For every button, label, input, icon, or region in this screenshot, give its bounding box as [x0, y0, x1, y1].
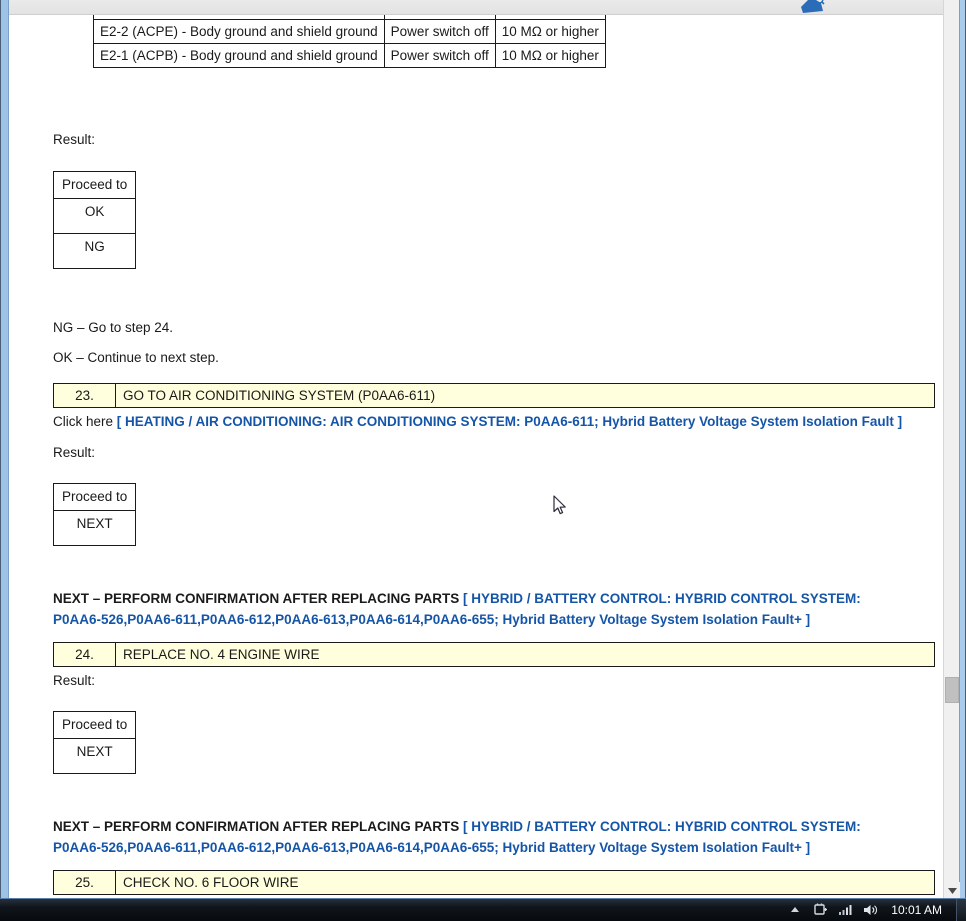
step-title-24: REPLACE NO. 4 ENGINE WIRE — [123, 647, 320, 662]
show-hidden-icons-icon[interactable] — [787, 902, 803, 918]
next-confirmation-line-2: NEXT – PERFORM CONFIRMATION AFTER REPLAC… — [53, 816, 893, 858]
cell-terminals: E2-1 (ACPB) - Body ground and shield gro… — [93, 43, 385, 68]
table-row: NG — [52, 233, 137, 269]
next-confirmation-line-1: NEXT – PERFORM CONFIRMATION AFTER REPLAC… — [53, 588, 893, 630]
volume-speaker-icon[interactable] — [862, 902, 878, 918]
measurement-table: E2-2 (ACPE) - Body ground and shield gro… — [93, 15, 606, 68]
proceed-header: Proceed to — [52, 711, 137, 739]
vertical-scrollbar[interactable] — [943, 0, 960, 899]
click-here-line: Click here [ HEATING / AIR CONDITIONING:… — [53, 412, 945, 432]
proceed-table-3: Proceed to NEXT — [52, 711, 137, 774]
proceed-header: Proceed to — [52, 483, 137, 511]
network-signal-icon[interactable] — [837, 902, 853, 918]
result-label-3: Result: — [53, 673, 96, 688]
step-row-24: 24. REPLACE NO. 4 ENGINE WIRE — [53, 642, 935, 667]
step-number-23: 23. — [54, 384, 116, 407]
power-plug-icon[interactable] — [812, 902, 828, 918]
cell-specified-condition: 10 MΩ or higher — [494, 19, 606, 44]
step-row-23: 23. GO TO AIR CONDITIONING SYSTEM (P0AA6… — [53, 383, 935, 408]
table-row: OK — [52, 198, 137, 234]
table-row: E2-1 (ACPB) - Body ground and shield gro… — [93, 43, 606, 68]
branch-ok-line: OK – Continue to next step. — [53, 350, 219, 365]
step-row-25: 25. CHECK NO. 6 FLOOR WIRE — [53, 870, 935, 895]
step-title-23: GO TO AIR CONDITIONING SYSTEM (P0AA6-611… — [123, 388, 436, 403]
application-window: E2-2 (ACPE) - Body ground and shield gro… — [0, 0, 966, 899]
screen: E2-2 (ACPE) - Body ground and shield gro… — [0, 0, 966, 921]
scroll-down-arrow-icon[interactable] — [944, 882, 960, 899]
next-confirmation-prefix-2: NEXT – PERFORM CONFIRMATION AFTER REPLAC… — [53, 819, 464, 834]
toolbar-strip — [9, 0, 945, 15]
table-row: NEXT — [52, 738, 137, 774]
table-row: Proceed to — [52, 171, 137, 199]
result-label-1: Result: — [53, 132, 96, 147]
next-confirmation-prefix-1: NEXT – PERFORM CONFIRMATION AFTER REPLAC… — [53, 591, 464, 606]
step-number-24: 24. — [54, 643, 116, 666]
proceed-option-ng[interactable]: NG — [52, 233, 137, 269]
branch-ng-line: NG – Go to step 24. — [53, 320, 174, 335]
table-row: Proceed to — [52, 483, 137, 511]
table-row: Proceed to — [52, 711, 137, 739]
click-here-prefix: Click here — [53, 414, 114, 429]
cell-specified-condition: 10 MΩ or higher — [494, 43, 606, 68]
window-client-area: E2-2 (ACPE) - Body ground and shield gro… — [8, 0, 960, 899]
result-label-2: Result: — [53, 445, 96, 460]
taskbar-clock[interactable]: 10:01 AM — [887, 903, 950, 917]
proceed-table-2: Proceed to NEXT — [52, 483, 137, 546]
step-title-25: CHECK NO. 6 FLOOR WIRE — [123, 875, 299, 890]
proceed-table-1: Proceed to OK NG — [52, 171, 137, 269]
cell-condition: Power switch off — [383, 43, 496, 68]
proceed-option-ok[interactable]: OK — [52, 198, 137, 234]
air-conditioning-reference-link[interactable]: [ HEATING / AIR CONDITIONING: AIR CONDIT… — [117, 414, 902, 429]
document-content: E2-2 (ACPE) - Body ground and shield gro… — [9, 15, 945, 899]
table-row: E2-2 (ACPE) - Body ground and shield gro… — [93, 19, 606, 44]
step-number-25: 25. — [54, 871, 116, 894]
table-row: NEXT — [52, 510, 137, 546]
show-desktop-button[interactable] — [956, 898, 966, 921]
cell-terminals: E2-2 (ACPE) - Body ground and shield gro… — [93, 19, 385, 44]
taskbar[interactable]: 10:01 AM — [0, 898, 966, 921]
proceed-header: Proceed to — [52, 171, 137, 199]
proceed-option-next[interactable]: NEXT — [52, 510, 137, 546]
cell-condition: Power switch off — [383, 19, 496, 44]
document-viewport[interactable]: E2-2 (ACPE) - Body ground and shield gro… — [9, 15, 945, 899]
scrollbar-thumb[interactable] — [945, 677, 959, 703]
system-tray: 10:01 AM — [787, 902, 956, 918]
blue-document-icon[interactable] — [799, 0, 825, 14]
proceed-option-next[interactable]: NEXT — [52, 738, 137, 774]
